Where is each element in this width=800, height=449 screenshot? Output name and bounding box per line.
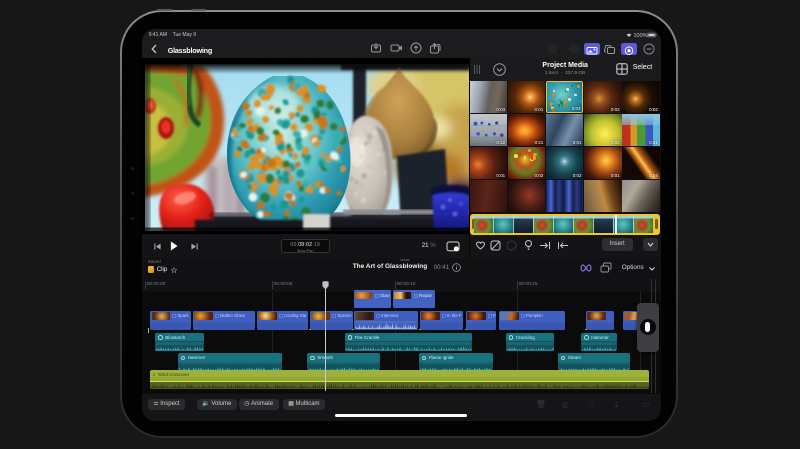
svg-text:100%: 100% — [633, 33, 647, 38]
